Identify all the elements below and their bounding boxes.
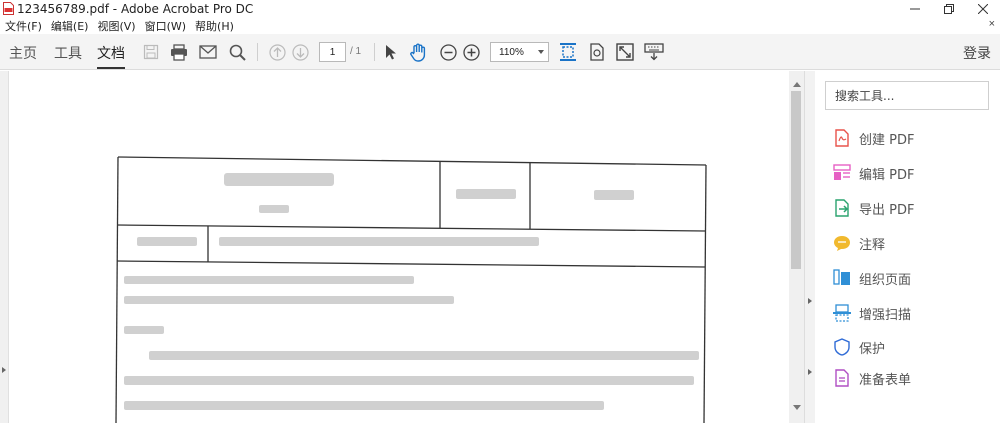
- active-tab-indicator: [97, 67, 125, 69]
- tool-label: 组织页面: [859, 272, 912, 288]
- search-tools-input[interactable]: 搜索工具...: [825, 81, 989, 110]
- tool-export-pdf[interactable]: 导出 PDF: [833, 197, 914, 219]
- tool-enhance-scans[interactable]: 增强扫描: [833, 302, 911, 324]
- protect-icon: [834, 338, 850, 356]
- minimize-icon: [910, 8, 920, 9]
- right-pane-divider[interactable]: [804, 71, 815, 423]
- restore-button[interactable]: [932, 0, 966, 17]
- tool-label: 保护: [859, 341, 886, 357]
- select-cursor-icon[interactable]: [381, 42, 401, 62]
- toolbar-divider: [257, 43, 258, 61]
- edit-pdf-icon: [833, 164, 851, 180]
- collapse-right-pane-icon[interactable]: [808, 298, 812, 304]
- tool-label: 导出 PDF: [859, 202, 915, 218]
- enhance-scans-icon: [833, 304, 851, 322]
- comment-icon: [834, 236, 850, 251]
- login-button[interactable]: 登录: [963, 43, 991, 63]
- close-document-button[interactable]: ×: [989, 18, 995, 30]
- fullscreen-icon[interactable]: [615, 42, 635, 62]
- tool-label: 准备表单: [859, 372, 912, 388]
- next-page-icon[interactable]: [290, 42, 310, 62]
- menu-file[interactable]: 文件(F): [5, 18, 42, 34]
- tool-create-pdf[interactable]: 创建 PDF: [833, 127, 914, 149]
- page-number-input[interactable]: 1: [319, 42, 346, 62]
- tool-organize-pages[interactable]: 组织页面: [833, 267, 911, 289]
- close-icon: [978, 3, 988, 14]
- scanned-form-image: [115, 156, 707, 423]
- rotate-icon[interactable]: [587, 42, 607, 62]
- menu-help[interactable]: 帮助(H): [195, 18, 234, 34]
- tab-home[interactable]: 主页: [9, 43, 37, 63]
- page-total: / 1: [350, 46, 362, 57]
- document-view[interactable]: [9, 71, 789, 423]
- close-button[interactable]: [966, 0, 1000, 17]
- search-icon[interactable]: [227, 42, 247, 62]
- left-navigation-rail: [0, 71, 9, 423]
- menu-edit[interactable]: 编辑(E): [51, 18, 89, 34]
- chevron-down-icon: [538, 50, 544, 54]
- export-pdf-icon: [835, 199, 849, 217]
- pdf-file-icon: [3, 2, 14, 15]
- prev-page-icon[interactable]: [267, 42, 287, 62]
- restore-icon: [944, 3, 954, 14]
- zoom-in-icon[interactable]: [461, 42, 481, 62]
- minimize-button[interactable]: [898, 0, 932, 17]
- tool-prepare-form[interactable]: 准备表单: [833, 369, 911, 387]
- tool-label: 创建 PDF: [859, 132, 915, 148]
- tool-comment[interactable]: 注释: [833, 232, 885, 254]
- menu-window[interactable]: 窗口(W): [145, 18, 186, 34]
- tool-edit-pdf[interactable]: 编辑 PDF: [833, 162, 914, 184]
- toolbar-divider: [374, 43, 375, 61]
- organize-pages-icon: [833, 269, 850, 285]
- scroll-down-icon[interactable]: [793, 405, 801, 410]
- title-bar: 123456789.pdf - Adobe Acrobat Pro DC: [0, 0, 1000, 17]
- prepare-form-icon: [835, 369, 849, 387]
- tool-label: 增强扫描: [859, 307, 912, 323]
- vertical-scrollbar[interactable]: [789, 71, 804, 423]
- zoom-out-icon[interactable]: [438, 42, 458, 62]
- menu-bar: 文件(F) 编辑(E) 视图(V) 窗口(W) 帮助(H) ×: [0, 17, 1000, 34]
- zoom-value: 110%: [499, 46, 524, 58]
- print-icon[interactable]: [169, 42, 189, 62]
- create-pdf-icon: [835, 129, 849, 147]
- tool-label: 注释: [859, 237, 886, 253]
- expand-left-pane-icon[interactable]: [2, 367, 6, 373]
- zoom-select[interactable]: 110%: [490, 42, 549, 62]
- scrollbar-thumb[interactable]: [791, 91, 801, 269]
- window-title: 123456789.pdf - Adobe Acrobat Pro DC: [17, 1, 254, 16]
- tab-document[interactable]: 文档: [97, 43, 125, 63]
- menu-view[interactable]: 视图(V): [97, 18, 135, 34]
- tool-protect[interactable]: 保护: [833, 336, 885, 358]
- email-icon[interactable]: [198, 42, 218, 62]
- keyboard-icon[interactable]: [644, 42, 664, 62]
- main-toolbar: 主页 工具 文档 1 / 1 110% 登录: [0, 34, 1000, 70]
- tab-tools[interactable]: 工具: [54, 43, 82, 63]
- tool-label: 编辑 PDF: [859, 167, 915, 183]
- scroll-up-icon[interactable]: [793, 82, 801, 87]
- scrolling-mode-icon[interactable]: [558, 42, 578, 62]
- tools-pane: 搜索工具... 创建 PDF 编辑 PDF 导出 PDF 注释 组织页面 增强扫…: [815, 71, 1000, 423]
- collapse-arrow-icon[interactable]: [808, 369, 812, 375]
- pdf-page: [9, 71, 789, 423]
- hand-tool-icon[interactable]: [408, 42, 428, 62]
- save-icon[interactable]: [141, 42, 161, 62]
